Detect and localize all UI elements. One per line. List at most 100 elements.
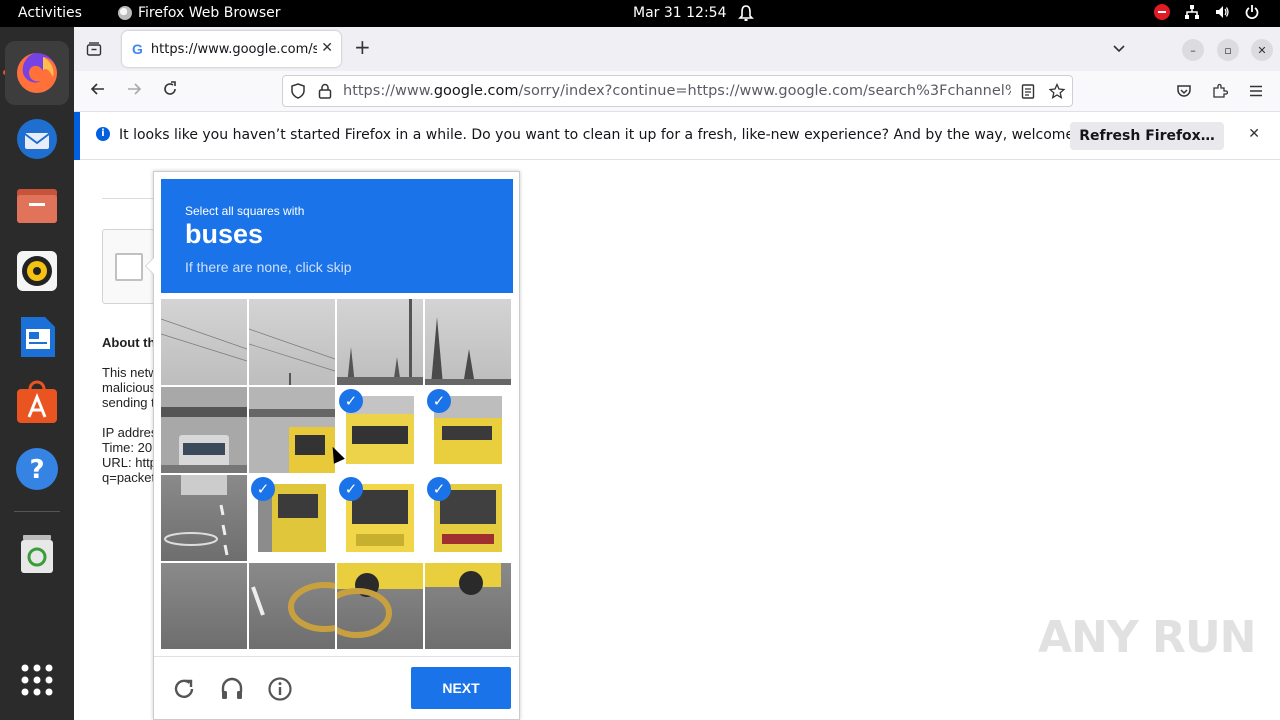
info-line: IP addres [102,425,154,440]
back-arrow-icon[interactable] [90,81,106,97]
shield-icon[interactable] [290,83,306,99]
next-button[interactable]: NEXT [411,667,511,709]
folder-icon [17,189,57,223]
dock-firefox[interactable] [5,41,69,105]
info-line: URL: http [102,455,154,470]
system-tray[interactable] [1154,4,1260,20]
dock: ? [0,27,74,720]
grid-tile[interactable] [425,563,511,649]
info-line: q=packet [102,470,154,485]
maximize-button[interactable]: ▫ [1217,39,1239,61]
refresh-notification-bar: i It looks like you haven’t started Fire… [80,112,1280,160]
trash-icon [21,535,53,573]
reader-view-icon[interactable] [1021,84,1035,99]
about-heading: About th [102,335,154,350]
dock-thunderbird[interactable] [5,107,69,171]
checkmark-icon: ✓ [427,477,451,501]
pocket-icon[interactable] [1176,83,1192,99]
refresh-firefox-button[interactable]: Refresh Firefox… [1070,122,1224,150]
dock-help[interactable]: ? [5,437,69,501]
paragraph-line: This netw [102,365,154,380]
grid-tile[interactable] [249,387,335,473]
checkmark-icon: ✓ [251,477,275,501]
popup-pointer [145,257,154,275]
grid-tile[interactable] [337,299,423,385]
speaker-icon [17,251,57,291]
grid-tile-selected[interactable]: ✓ [425,387,511,473]
audio-challenge-icon[interactable] [219,676,245,702]
notification-message: It looks like you haven’t started Firefo… [119,127,1118,143]
refresh-challenge-icon[interactable] [171,676,197,702]
network-icon [1185,5,1199,19]
url-bar[interactable]: https://www.google.com/sorry/index?conti… [282,75,1073,107]
app-name: Firefox Web Browser [138,5,281,21]
close-tab-icon[interactable]: ✕ [321,40,333,56]
tab-google-sorry[interactable]: G https://www.google.com/sorry/index?con… [122,31,341,67]
checkmark-icon: ✓ [339,477,363,501]
dock-separator [14,511,60,512]
gnome-top-bar: Activities Firefox Web Browser Mar 31 12… [0,0,1280,27]
dock-files[interactable] [5,173,69,237]
captcha-header: Select all squares with buses If there a… [161,179,513,293]
paragraph-line: malicious [102,380,154,395]
firefox-icon [17,53,57,93]
power-icon [1245,5,1259,19]
tab-title: https://www.google.com/sorry/index?conti… [150,41,317,57]
grid-tile-selected[interactable]: ✓ [337,387,423,473]
close-notification-icon[interactable]: ✕ [1248,126,1260,142]
close-window-button[interactable]: ✕ [1251,39,1273,61]
thunderbird-icon [17,119,57,159]
grid-tile[interactable] [249,563,335,649]
recaptcha-checkbox[interactable] [115,253,143,281]
instruction-text: Select all squares with [185,204,305,218]
grid-tile[interactable] [337,563,423,649]
paragraph-line: sending t [102,395,154,410]
grid-tile-selected[interactable]: ✓ [337,475,423,561]
clock[interactable]: Mar 31 12:54 [633,5,726,21]
grid-tile[interactable] [161,475,247,561]
checkmark-icon: ✓ [339,389,363,413]
show-applications-button[interactable] [5,648,69,712]
help-icon: ? [16,448,58,490]
dock-writer[interactable] [5,305,69,369]
minimize-button[interactable]: – [1182,39,1204,61]
volume-icon [1216,6,1229,18]
grid-tile[interactable] [161,299,247,385]
grid-tile[interactable] [161,387,247,473]
forward-arrow-icon[interactable] [126,81,142,97]
bell-icon[interactable] [738,4,754,22]
list-all-tabs-icon[interactable] [1112,42,1126,56]
extensions-puzzle-icon[interactable] [1212,83,1228,99]
shopping-bag-icon [17,380,57,423]
dock-trash[interactable] [5,521,69,585]
url-text: https://www.google.com/sorry/index?conti… [343,83,1011,99]
firefox-mini-icon [118,6,132,20]
app-menu[interactable]: Firefox Web Browser [118,5,281,21]
hamburger-menu-icon[interactable] [1249,84,1263,98]
info-icon[interactable] [267,676,293,702]
tab-overview-icon[interactable] [86,41,102,57]
grid-tile[interactable] [425,299,511,385]
anyrun-watermark: ANY RUN [1038,612,1256,663]
info-icon: i [96,127,110,141]
app-grid-icon [21,664,53,696]
grid-tile[interactable] [249,299,335,385]
bookmark-star-icon[interactable] [1049,83,1065,99]
svg-text:?: ? [29,455,44,485]
google-favicon-icon: G [132,41,143,57]
target-object: buses [185,219,264,249]
checkmark-icon: ✓ [427,389,451,413]
navigation-toolbar: https://www.google.com/sorry/index?conti… [74,71,1280,112]
skip-hint: If there are none, click skip [185,259,352,275]
activities-button[interactable]: Activities [18,5,82,21]
dock-rhythmbox[interactable] [5,239,69,303]
new-tab-button[interactable]: + [354,37,371,57]
lock-icon[interactable] [318,83,332,99]
info-line: Time: 20 [102,440,153,455]
grid-tile[interactable] [161,563,247,649]
dock-software[interactable] [5,371,69,435]
grid-tile-selected[interactable]: ✓ [249,475,335,561]
reload-icon[interactable] [162,81,178,97]
do-not-disturb-icon [1154,4,1170,20]
grid-tile-selected[interactable]: ✓ [425,475,511,561]
